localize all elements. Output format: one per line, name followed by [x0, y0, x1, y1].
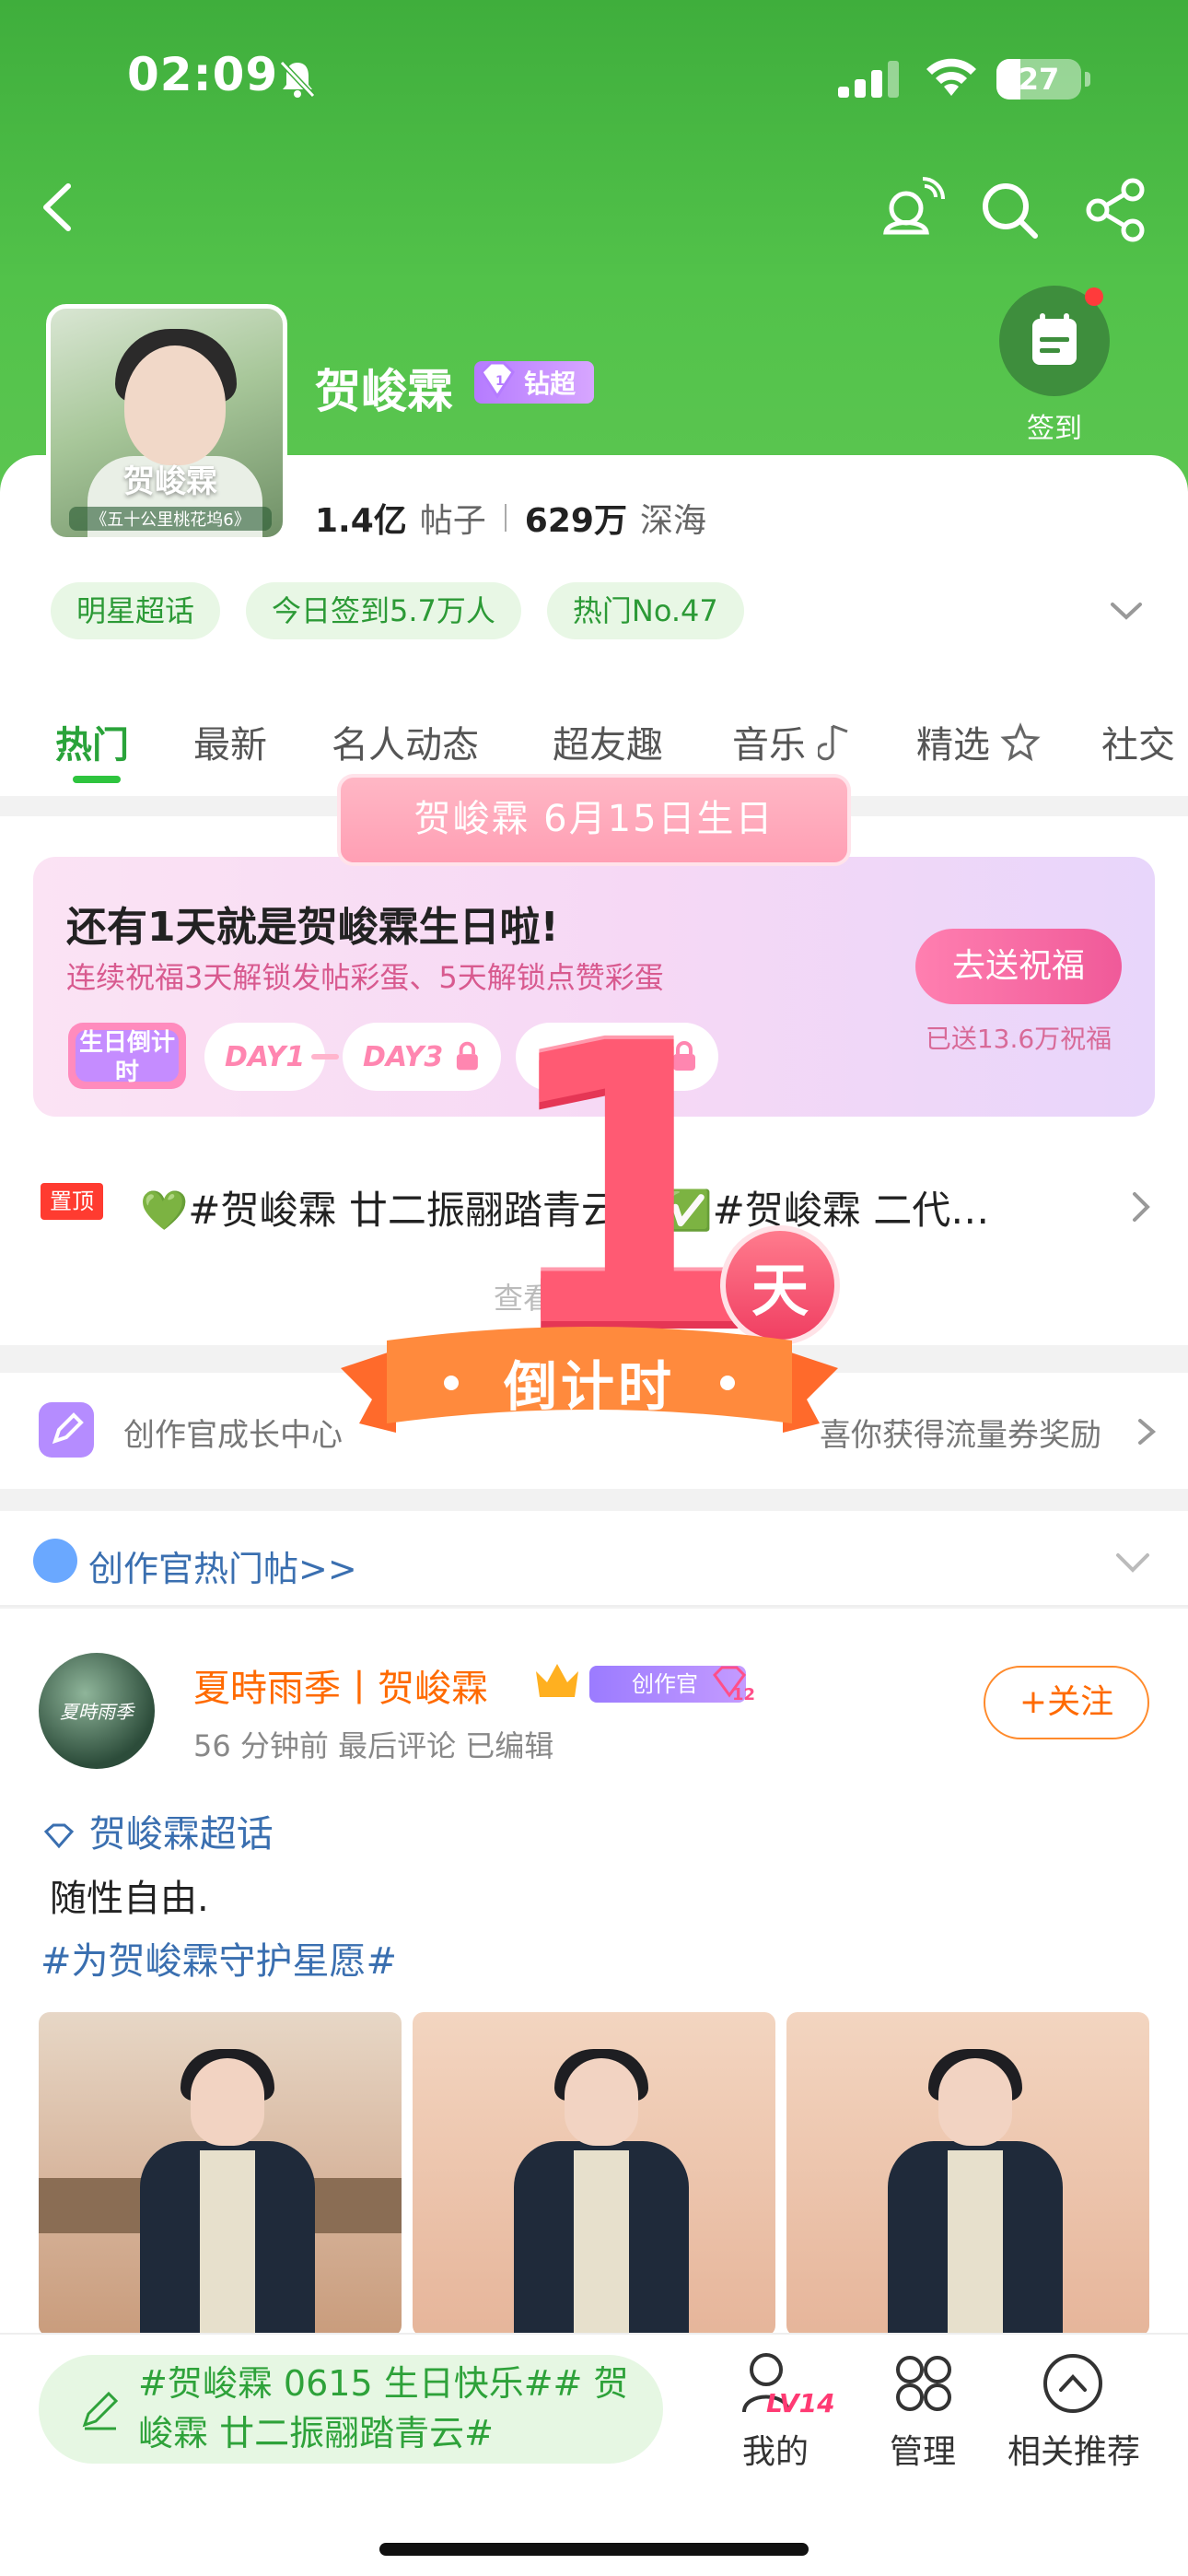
chevron-right-icon[interactable]	[1127, 1188, 1155, 1225]
chevron-right-icon[interactable]	[1135, 1415, 1159, 1448]
search-icon[interactable]	[974, 175, 1044, 245]
birthday-pill: 贺峻霖 6月15日生日	[337, 774, 851, 866]
svg-text:1: 1	[495, 374, 505, 389]
post-photo-2[interactable]	[413, 2012, 775, 2336]
chip-signin-count[interactable]: 今日签到5.7万人	[246, 582, 521, 639]
tab-featured[interactable]: 精选	[916, 715, 990, 768]
posts-label: 帖子	[419, 502, 486, 540]
status-bar: 02:09 27	[0, 0, 1188, 157]
chevron-down-icon[interactable]	[1112, 1546, 1153, 1579]
topic-chips: 明星超话 今日签到5.7万人 热门No.47	[51, 582, 744, 639]
topic-stats: 1.4亿 帖子 629万 深海	[315, 494, 706, 542]
tab-celebrity[interactable]: 名人动态	[332, 715, 479, 768]
share-icon[interactable]	[1081, 175, 1151, 245]
battery-level: 27	[1018, 62, 1060, 97]
birthday-title: 还有1天就是贺峻霖生日啦!	[66, 904, 559, 951]
day1-chip: DAY1	[204, 1023, 326, 1091]
notification-dot	[1085, 287, 1103, 306]
bell-off-icon	[279, 60, 316, 99]
signin-label: 签到	[1027, 413, 1082, 445]
pinned-tag: 置顶	[41, 1183, 103, 1220]
wishes-sent-count: 已送13.6万祝福	[925, 1024, 1112, 1054]
day-link	[311, 1054, 339, 1060]
follow-button[interactable]: +关注	[984, 1666, 1149, 1739]
diamond-badge[interactable]: 1 钻超	[474, 361, 594, 404]
star-badge-icon	[1000, 722, 1041, 762]
diamond-icon	[43, 1823, 75, 1849]
topic-cover-image[interactable]: 贺峻霖 《五十公里桃花坞6》	[46, 304, 287, 542]
nav-related[interactable]: 相关推荐	[991, 2425, 1157, 2473]
pencil-icon	[82, 2391, 119, 2430]
home-indicator	[379, 2543, 809, 2556]
send-wishes-button[interactable]: 去送祝福	[915, 929, 1122, 1004]
day1-label: DAY1	[225, 1040, 306, 1073]
nav-mine[interactable]: 我的	[693, 2425, 858, 2473]
fans-label: 深海	[639, 502, 706, 540]
star-medal-icon	[33, 1539, 77, 1583]
post-body: 随性自由.	[50, 1878, 209, 1920]
level-badge: 12	[709, 1664, 755, 1704]
posts-count: 1.4亿	[315, 502, 407, 540]
post-photo-1[interactable]	[39, 2012, 402, 2336]
tab-music[interactable]: 音乐	[732, 715, 806, 768]
post-photo-3[interactable]	[786, 2012, 1149, 2336]
post-topic-label: 贺峻霖超话	[88, 1813, 274, 1856]
compose-placeholder: #贺峻霖 0615 生日快乐## 贺峻霖 廿二振翮踏青云#	[138, 2363, 629, 2453]
chevron-down-icon[interactable]	[1105, 590, 1147, 632]
countdown-number: 1	[495, 963, 765, 1413]
pen-icon	[39, 1402, 94, 1458]
diamond-icon: 1	[480, 361, 515, 399]
signal-icon	[838, 61, 899, 98]
chip-star-topic[interactable]: 明星超话	[51, 582, 221, 639]
tab-social[interactable]: 社交	[1101, 715, 1175, 768]
manage-icon[interactable]	[891, 2351, 956, 2416]
nav-manage[interactable]: 管理	[840, 2425, 1006, 2473]
mine-level-tag: LV14	[766, 2388, 835, 2418]
badge-label: 钻超	[524, 369, 577, 399]
cover-face	[124, 345, 226, 465]
battery-tip	[1085, 72, 1090, 87]
countdown-overlay[interactable]: 1 天 倒计时	[341, 995, 856, 1493]
music-note-icon	[818, 724, 848, 761]
creator-reward-text: 喜你获得流量券奖励	[820, 1417, 1101, 1454]
post-hashtag[interactable]: #为贺峻霖守护星愿#	[41, 1931, 397, 1985]
level-number: 12	[731, 1685, 755, 1704]
cover-subtitle: 《五十公里桃花坞6》	[69, 507, 272, 531]
topic-name: 贺峻霖	[315, 365, 453, 418]
tab-latest[interactable]: 最新	[193, 715, 267, 768]
stats-divider	[504, 504, 507, 532]
chevron-up-circle-icon[interactable]	[1041, 2351, 1105, 2416]
post-topic[interactable]: 贺峻霖超话	[41, 1804, 274, 1857]
fans-count: 629万	[524, 502, 627, 540]
back-icon[interactable]	[28, 175, 92, 240]
status-time: 02:09	[127, 48, 279, 101]
cover-text: 贺峻霖	[123, 463, 217, 500]
hot-posts-title[interactable]: 创作官热门帖>>	[88, 1540, 357, 1591]
crown-icon	[536, 1664, 578, 1697]
author-name[interactable]: 夏時雨季丨贺峻霖	[193, 1658, 488, 1712]
avatar-text: 夏時雨季	[60, 1701, 134, 1723]
birthday-badge-text: 生日倒计时	[78, 1029, 175, 1086]
countdown-label: 倒计时	[503, 1355, 675, 1418]
post-meta: 56 分钟前 最后评论 已编辑	[193, 1728, 554, 1763]
wifi-icon	[926, 58, 976, 96]
battery-indicator: 27	[996, 59, 1081, 100]
weather-icon[interactable]	[875, 175, 945, 245]
chip-hot-rank[interactable]: 热门No.47	[546, 582, 744, 639]
tab-indicator	[73, 776, 121, 783]
creator-growth-label: 创作官成长中心	[123, 1417, 343, 1454]
tab-fan-fun[interactable]: 超友趣	[553, 715, 663, 768]
tab-hot[interactable]: 热门	[55, 715, 129, 768]
